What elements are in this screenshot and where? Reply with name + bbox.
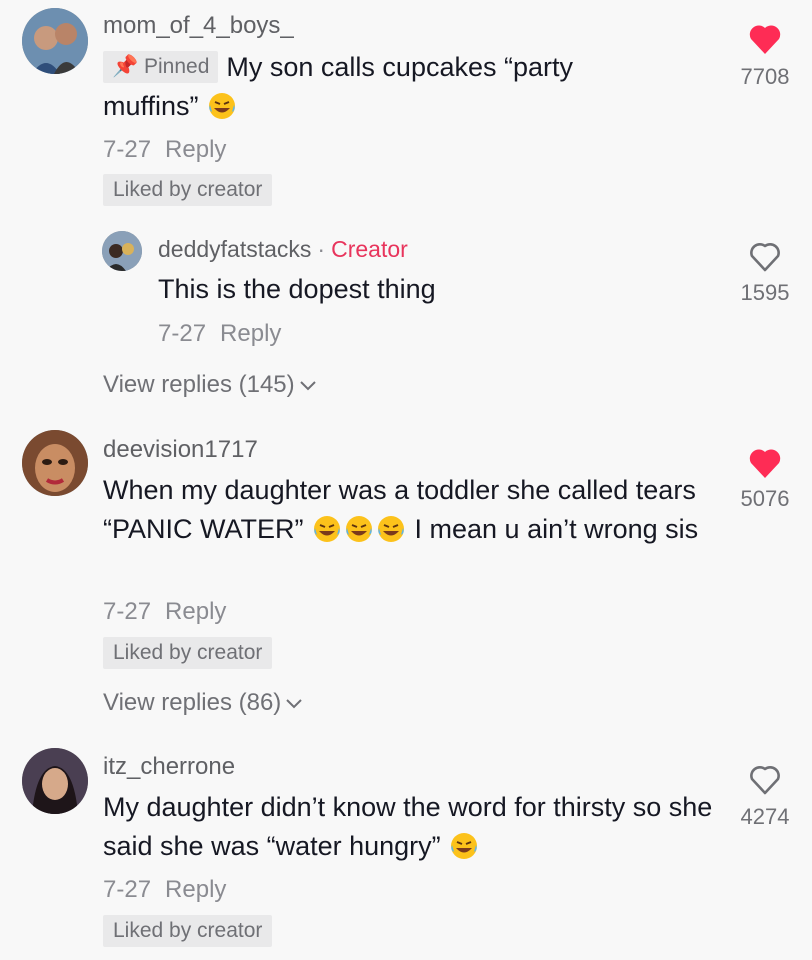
reply-button[interactable]: Reply (165, 876, 226, 903)
avatar-mom-of-4-boys[interactable] (22, 8, 88, 74)
reply-text: This is the dopest thing (158, 274, 436, 304)
heart-outline-icon[interactable] (747, 763, 783, 797)
avatar-deevision1717[interactable] (22, 430, 88, 496)
like-count: 4274 (740, 804, 790, 829)
avatar-itz-cherrone[interactable] (22, 748, 88, 814)
reply-button[interactable]: Reply (165, 598, 226, 625)
comment-date: 7-27 (103, 876, 152, 903)
comment-date: 7-27 (103, 598, 152, 625)
comment-body: My daughter didn’t know the word for thi… (103, 792, 713, 861)
comment-username[interactable]: mom_of_4_boys_ (103, 12, 294, 40)
pin-icon: 📌 (112, 55, 139, 78)
comment-text: When my daughter was a toddler she calle… (103, 471, 703, 549)
view-replies-label: View replies (145) (103, 371, 295, 398)
view-replies-button[interactable]: View replies (86) (103, 689, 303, 717)
laughing-emoji-icon (344, 514, 374, 544)
view-replies-button[interactable]: View replies (145) (103, 371, 317, 399)
separator-dot: · (317, 236, 326, 262)
comment-text: 📌 Pinned My son calls cupcakes “party muf… (103, 48, 663, 126)
chevron-down-icon (299, 380, 316, 391)
reply-username: deddyfatstacks · Creator (158, 236, 408, 263)
comment-meta: 7-27 Reply (103, 136, 226, 164)
like-count: 1595 (740, 280, 790, 305)
reply-button[interactable]: Reply (165, 136, 226, 163)
laughing-emoji-icon (312, 514, 342, 544)
reply-meta: 7-27 Reply (158, 320, 281, 348)
heart-outline-icon[interactable] (747, 240, 783, 274)
chevron-down-icon (286, 698, 303, 709)
liked-by-creator-badge: Liked by creator (103, 174, 273, 206)
pinned-label: Pinned (144, 55, 210, 78)
comment-username[interactable]: deevision1717 (103, 436, 258, 464)
comment-body-part2: I mean u ain’t wrong sis (414, 514, 699, 544)
comment-date: 7-27 (103, 136, 152, 163)
avatar-deddyfatstacks[interactable] (102, 231, 142, 271)
laughing-emoji-icon (207, 91, 237, 121)
pinned-badge: 📌 Pinned (103, 51, 219, 83)
comment-meta: 7-27 Reply (103, 876, 226, 904)
heart-icon[interactable] (747, 446, 783, 480)
like-count: 7708 (740, 64, 790, 89)
laughing-emoji-icon (376, 514, 406, 544)
like-count: 5076 (740, 486, 790, 511)
comment-text: My daughter didn’t know the word for thi… (103, 788, 718, 866)
reply-username-text[interactable]: deddyfatstacks (158, 236, 311, 262)
reply-date: 7-27 (158, 320, 207, 347)
view-replies-label: View replies (86) (103, 689, 282, 716)
liked-by-creator-badge: Liked by creator (103, 915, 273, 947)
heart-icon[interactable] (747, 22, 783, 56)
liked-by-creator-badge: Liked by creator (103, 637, 273, 669)
laughing-emoji-icon (449, 831, 479, 861)
comment-meta: 7-27 Reply (103, 598, 226, 626)
creator-tag: Creator (331, 236, 408, 262)
reply-button[interactable]: Reply (220, 320, 281, 347)
comment-username[interactable]: itz_cherrone (103, 753, 235, 781)
